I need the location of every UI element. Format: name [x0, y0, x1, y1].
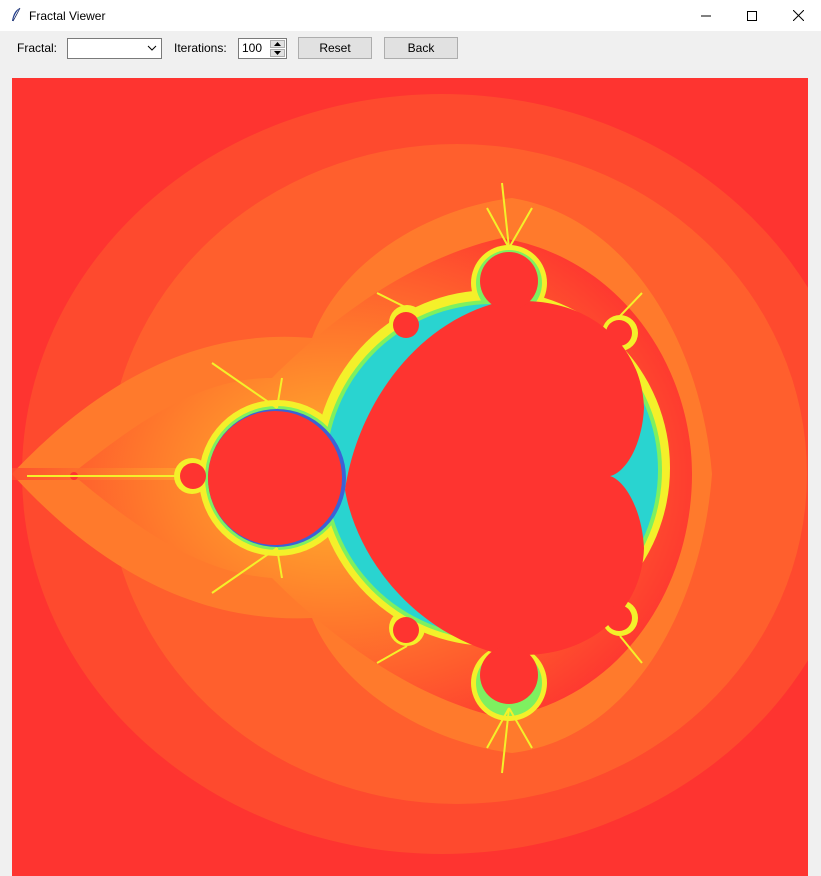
lower-right-bulb	[606, 605, 632, 631]
reset-button[interactable]: Reset	[298, 37, 372, 59]
title-bar: Fractal Viewer	[0, 0, 821, 31]
spin-up-button[interactable]	[270, 40, 285, 48]
back-button-label: Back	[407, 41, 435, 55]
feather-icon	[12, 7, 21, 22]
triangle-down-icon	[274, 51, 281, 55]
chevron-down-icon	[147, 45, 157, 51]
iterations-spinbox[interactable]: 100	[238, 38, 287, 59]
fractal-select[interactable]	[67, 38, 162, 59]
spin-down-button[interactable]	[270, 49, 285, 57]
close-button[interactable]	[775, 0, 821, 31]
triangle-up-icon	[274, 42, 281, 46]
reset-button-label: Reset	[319, 41, 351, 55]
fractal-label: Fractal:	[17, 41, 58, 55]
maximize-icon	[747, 10, 757, 21]
minimize-icon	[701, 15, 711, 16]
upper-left-bulb	[393, 312, 419, 338]
iterations-label: Iterations:	[174, 41, 227, 55]
top-bulb	[480, 252, 538, 310]
window-title: Fractal Viewer	[29, 9, 106, 23]
minimize-button[interactable]	[683, 0, 729, 31]
fractal-canvas[interactable]	[12, 78, 808, 876]
iterations-value[interactable]: 100	[242, 41, 262, 55]
spin-buttons	[270, 40, 285, 57]
upper-right-bulb	[606, 320, 632, 346]
maximize-button[interactable]	[729, 0, 775, 31]
mandelbrot-image	[12, 78, 808, 876]
period2-bulb	[208, 411, 342, 545]
close-icon	[792, 10, 804, 21]
period4-bulb	[180, 463, 206, 489]
back-button[interactable]: Back	[384, 37, 458, 59]
lower-left-bulb	[393, 617, 419, 643]
bottom-bulb	[480, 646, 538, 704]
toolbar: Fractal: Iterations: 100 Reset Back	[0, 31, 821, 69]
